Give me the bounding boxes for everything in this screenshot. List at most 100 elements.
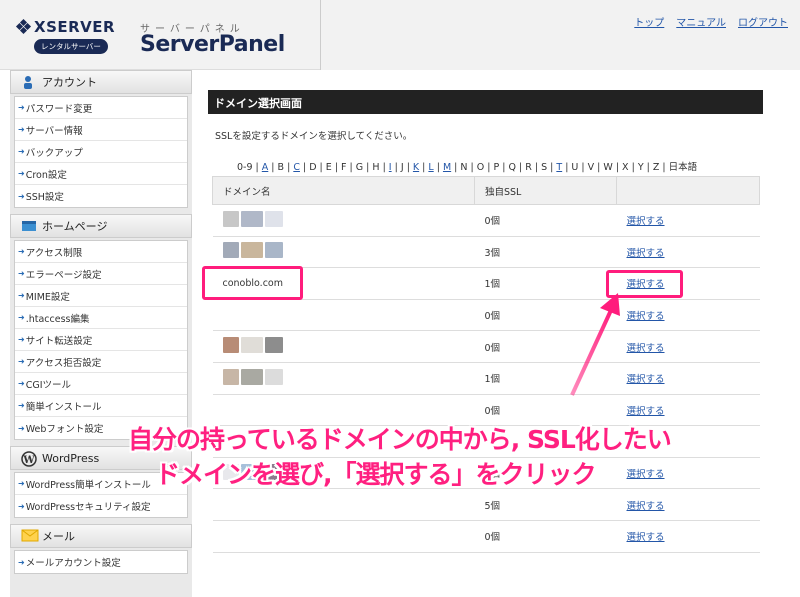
ssl-count-cell: 5個 <box>474 488 617 521</box>
separator: | <box>252 162 262 173</box>
sidebar-section-0: アカウント <box>10 70 192 94</box>
sidebar-item[interactable]: ➜ バックアップ <box>15 141 187 163</box>
table-row: 0個 選択する <box>212 330 760 363</box>
homepage-icon <box>21 219 36 233</box>
arrow-right-icon: ➜ <box>18 423 25 433</box>
table-row: 5個 選択する <box>212 488 760 521</box>
separator: | <box>346 162 356 173</box>
separator: | <box>531 162 542 173</box>
select-domain-link[interactable]: 選択する <box>627 374 665 385</box>
select-domain-link[interactable]: 選択する <box>627 406 665 417</box>
sidebar-item[interactable]: ➜ Cron設定 <box>15 163 187 185</box>
sidebar-section-3: メール <box>10 524 192 548</box>
domain-cell <box>212 488 475 521</box>
separator: | <box>515 162 526 173</box>
main-content: ドメイン選択画面 SSLを設定するドメインを選択してください。 0-9 | A … <box>205 70 800 597</box>
redacted-domain <box>240 368 263 385</box>
sidebar-section-1: ホームページ <box>10 214 192 238</box>
arrow-right-icon: ➜ <box>18 169 25 178</box>
select-domain-link[interactable]: 選択する <box>627 343 665 354</box>
wordpress-icon: W <box>21 451 37 467</box>
action-cell: 選択する <box>616 488 760 521</box>
select-domain-link[interactable]: 選択する <box>627 248 665 259</box>
separator: | <box>578 162 588 173</box>
sidebar-item[interactable]: ➜ メールアカウント設定 <box>15 551 187 573</box>
alpha-index-R: R <box>525 162 532 173</box>
sidebar-item-label: サーバー情報 <box>25 125 83 137</box>
table-row: 0個 選択する <box>212 520 760 553</box>
domain-table: ドメイン名 独自SSL 0個 選択する 3個 選択する conoblo.com 1個 選択す… <box>212 176 760 553</box>
nav-manual-link[interactable]: マニュアル <box>676 14 726 29</box>
arrow-right-icon: ➜ <box>18 191 25 201</box>
highlight-domain <box>202 266 303 300</box>
sidebar-item[interactable]: ➜ サイト転送設定 <box>15 329 187 351</box>
nav-top-link[interactable]: トップ <box>634 14 664 29</box>
redacted-domain <box>264 337 283 354</box>
sidebar-item-label: メールアカウント設定 <box>25 558 121 569</box>
sidebar-list: ➜ メールアカウント設定 <box>14 550 188 574</box>
sidebar-item[interactable]: ➜ .htaccess編集 <box>15 307 187 329</box>
redacted-domain <box>240 337 263 354</box>
arrow-right-icon: ➜ <box>18 313 25 322</box>
alpha-index-C[interactable]: C <box>293 162 300 173</box>
nav-logout-link[interactable]: ログアウト <box>738 14 788 29</box>
separator: | <box>467 162 477 173</box>
select-domain-link[interactable]: 選択する <box>627 469 665 480</box>
select-domain-link[interactable]: 選択する <box>627 311 665 322</box>
panel-title: ServerPanel <box>140 32 285 57</box>
sidebar-section-title: メール <box>42 530 75 543</box>
action-cell: 選択する <box>616 520 760 553</box>
sidebar-item-label: WordPressセキュリティ設定 <box>25 502 151 513</box>
alpha-index-M[interactable]: M <box>443 162 451 173</box>
xserver-logo-icon <box>15 18 32 35</box>
sidebar-item[interactable]: ➜ 簡単インストール <box>15 395 187 417</box>
separator: | <box>612 162 623 173</box>
redacted-domain <box>222 210 239 227</box>
annotation-line1: 自分の持っているドメインの中から, SSL化したい <box>128 425 672 454</box>
select-domain-link[interactable]: 選択する <box>627 216 665 227</box>
domain-cell <box>212 299 475 332</box>
sidebar-item-label: アクセス拒否設定 <box>25 357 102 369</box>
sidebar-section-title: アカウント <box>42 76 97 89</box>
sidebar-item[interactable]: ➜ エラーページ設定 <box>15 263 187 285</box>
separator: | <box>391 162 401 173</box>
redacted-domain <box>240 242 263 259</box>
action-cell: 選択する <box>616 330 760 363</box>
sidebar-item-label: エラーページ設定 <box>25 269 102 281</box>
sidebar-item-label: アクセス制限 <box>25 247 83 259</box>
separator: | <box>363 162 373 173</box>
header-bar: XSERVER レンタルサーバー サーバーパネル ServerPanel トップ… <box>0 0 800 70</box>
alpha-index: 0-9 | A | B | C | D | E | F | G | H | I … <box>237 159 697 173</box>
sidebar-item[interactable]: ➜ サーバー情報 <box>15 119 187 141</box>
separator: | <box>547 162 557 173</box>
sidebar-item[interactable]: ➜ パスワード変更 <box>15 97 187 119</box>
sidebar-item[interactable]: ➜ SSH設定 <box>15 185 187 207</box>
sidebar-list: ➜ アクセス制限 ➜ エラーページ設定 ➜ MIME設定 ➜ .htaccess編集 ➜ サイト転… <box>14 240 188 440</box>
sidebar-item[interactable]: ➜ MIME設定 <box>15 285 187 307</box>
domain-cell <box>212 204 475 237</box>
sidebar-item[interactable]: ➜ アクセス拒否設定 <box>15 351 187 373</box>
select-domain-link[interactable]: 選択する <box>627 532 665 543</box>
sidebar-item[interactable]: ➜ WordPressセキュリティ設定 <box>15 495 187 517</box>
arrow-right-icon: ➜ <box>18 357 25 366</box>
table-header-row: ドメイン名 独自SSL <box>212 176 760 205</box>
select-domain-link[interactable]: 選択する <box>627 501 665 512</box>
arrow-right-icon: ➜ <box>18 479 25 488</box>
annotation-line2: ドメインを選び,「選択する」をクリック <box>155 460 596 489</box>
sidebar-item-label: MIME設定 <box>25 291 70 303</box>
sidebar-item[interactable]: ➜ アクセス制限 <box>15 241 187 263</box>
arrow-right-icon: ➜ <box>18 335 25 344</box>
mail-icon <box>21 529 39 543</box>
page-description: SSLを設定するドメインを選択してください。 <box>215 131 413 142</box>
domain-cell <box>212 520 475 553</box>
sidebar-item[interactable]: ➜ CGIツール <box>15 373 187 395</box>
arrow-right-icon: ➜ <box>18 291 25 300</box>
brand-badge: レンタルサーバー <box>34 39 108 54</box>
alpha-index-Q: Q <box>508 162 516 173</box>
ssl-count-cell: 3個 <box>474 236 617 269</box>
ssl-count-cell: 0個 <box>474 204 617 237</box>
redacted-domain <box>222 337 239 354</box>
sidebar-item-label: バックアップ <box>25 147 83 159</box>
action-cell: 選択する <box>616 204 760 237</box>
alpha-index-N: N <box>460 162 468 173</box>
